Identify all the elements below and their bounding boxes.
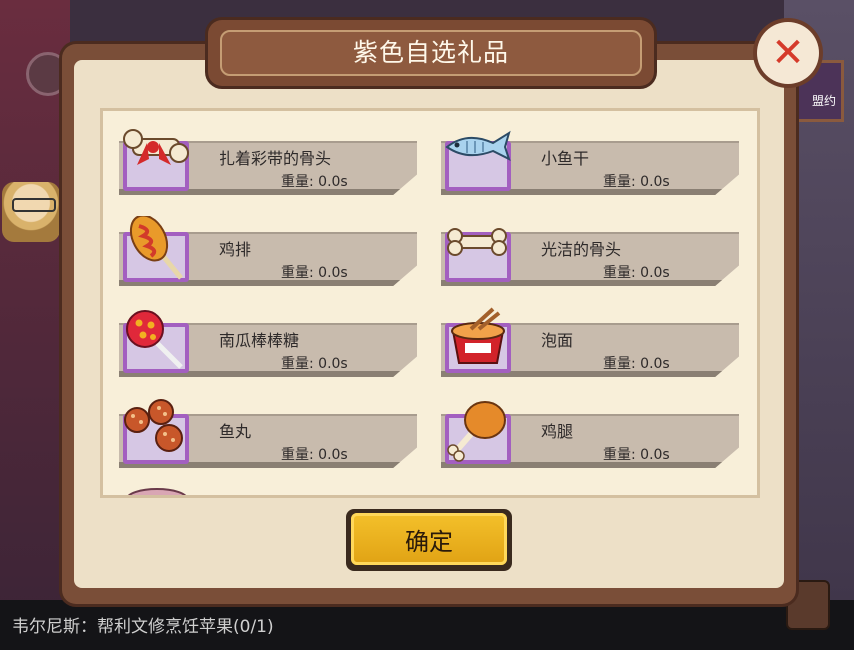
item-name: 鸡腿 <box>541 422 574 441</box>
chicken-cutlet-icon <box>129 216 183 280</box>
gift-item[interactable]: 鸡腿 重量: 0.0s <box>441 400 741 468</box>
quest-tracker-text[interactable]: 韦尔尼斯：帮利文修烹饪苹果(0/1) <box>12 612 274 637</box>
dried-fish-icon <box>445 130 511 161</box>
gift-item[interactable]: 鸡排 重量: 0.0s <box>119 216 419 286</box>
item-weight: 重量: 0.0s <box>603 447 670 463</box>
fish-ball-icon <box>124 399 183 452</box>
gift-item[interactable]: 小鱼干 重量: 0.0s <box>441 127 741 195</box>
dialog-title: 紫色自选礼品 <box>352 38 509 67</box>
clean-bone-icon <box>447 228 507 256</box>
instant-noodle-icon <box>451 307 505 364</box>
confirm-button[interactable]: 确定 <box>351 513 507 565</box>
item-weight: 重量: 0.0s <box>603 265 670 281</box>
item-weight: 重量: 0.0s <box>281 174 348 190</box>
gift-list[interactable]: 扎着彩带的骨头 重量: 0.0s 小鱼干 重量: 0.0s 鸡排 重量: 0.0… <box>100 108 760 498</box>
item-weight: 重量: 0.0s <box>281 447 348 463</box>
item-name: 南瓜棒棒糖 <box>219 331 300 350</box>
item-name: 泡面 <box>541 331 574 350</box>
gift-item[interactable]: 南瓜棒棒糖 重量: 0.0s <box>119 309 419 377</box>
gift-item[interactable]: 光洁的骨头 重量: 0.0s <box>441 218 741 286</box>
gift-item[interactable]: 扎着彩带的骨头 重量: 0.0s <box>119 127 419 195</box>
gift-item[interactable]: 鱼丸 重量: 0.0s <box>119 399 419 468</box>
item-name: 鸡排 <box>219 240 252 259</box>
item-name: 小鱼干 <box>541 149 590 168</box>
item-name: 光洁的骨头 <box>541 240 622 259</box>
pumpkin-lollipop-icon <box>126 310 183 369</box>
alliance-label: 盟约 <box>811 94 836 108</box>
next-item-peek-icon <box>127 488 187 495</box>
item-name: 扎着彩带的骨头 <box>219 149 332 168</box>
gift-item[interactable]: 泡面 重量: 0.0s <box>441 307 741 377</box>
item-weight: 重量: 0.0s <box>603 356 670 372</box>
item-name: 鱼丸 <box>219 422 252 441</box>
chicken-leg-icon <box>447 401 506 462</box>
item-weight: 重量: 0.0s <box>281 265 348 281</box>
background-left-wall <box>0 0 70 650</box>
item-weight: 重量: 0.0s <box>281 356 348 372</box>
ribbon-bone-icon <box>123 129 189 165</box>
npc-character <box>2 182 60 242</box>
item-weight: 重量: 0.0s <box>603 174 670 190</box>
npc-glasses-icon <box>12 198 56 212</box>
close-icon[interactable]: ✕ <box>757 22 819 84</box>
